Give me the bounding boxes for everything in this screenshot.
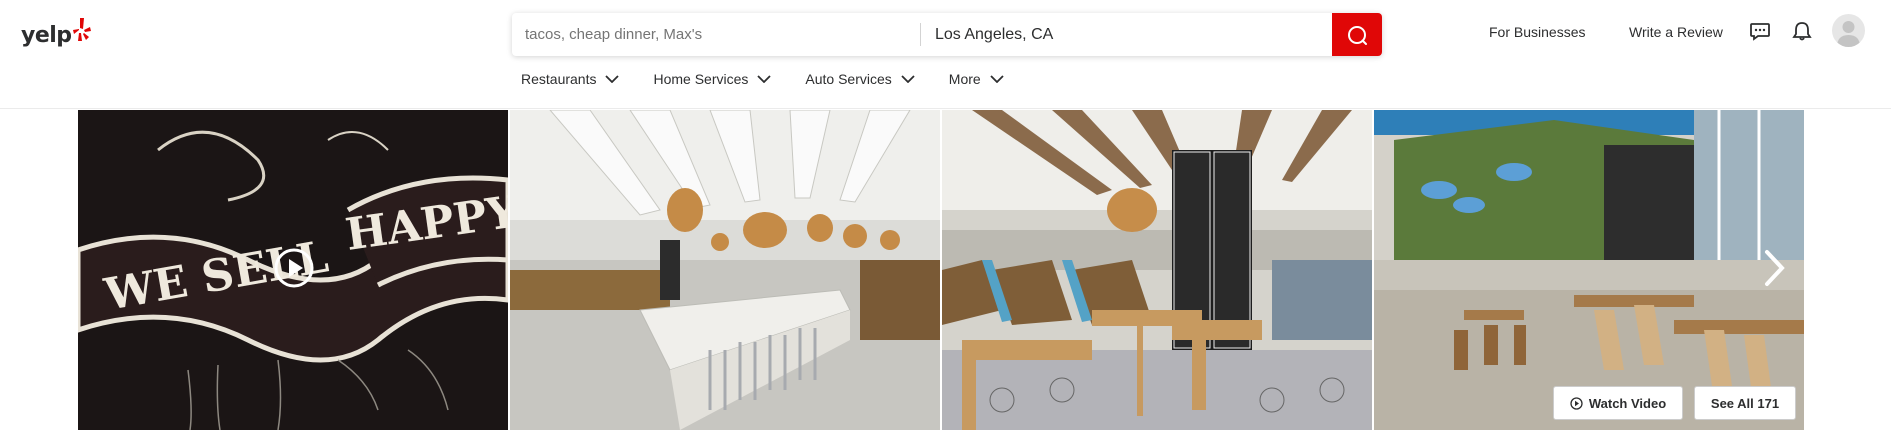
category-restaurants[interactable]: Restaurants (521, 71, 620, 87)
watch-video-label: Watch Video (1588, 395, 1667, 411)
gallery-photo-dining-room[interactable] (510, 110, 940, 430)
category-label: Auto Services (805, 71, 892, 87)
search-icon (1348, 25, 1367, 45)
category-auto-services[interactable]: Auto Services (805, 71, 915, 87)
gallery-photo-cow-wall[interactable] (1374, 110, 1804, 430)
search-button[interactable] (1332, 13, 1382, 56)
chevron-right-icon[interactable] (1763, 248, 1787, 295)
gallery-photo-counter-seating[interactable] (942, 110, 1372, 430)
write-review-link[interactable]: Write a Review (1629, 24, 1723, 40)
gallery-photo-chalkboard[interactable]: WE SELL HAPPY (78, 110, 508, 430)
chevron-down-icon (605, 75, 620, 83)
watch-video-button[interactable]: Watch Video (1553, 386, 1683, 420)
chevron-down-icon (990, 75, 1004, 83)
search-bar (512, 13, 1382, 56)
top-header: yelp Restaurants Home Serv (0, 0, 1891, 109)
play-circle-icon (1570, 396, 1583, 410)
category-label: Home Services (653, 71, 749, 87)
user-avatar-icon[interactable] (1832, 14, 1865, 47)
yelp-burst-icon (72, 17, 91, 48)
bell-icon[interactable] (1791, 20, 1813, 47)
near-input[interactable] (921, 13, 1332, 56)
play-icon[interactable] (274, 248, 314, 288)
for-businesses-link[interactable]: For Businesses (1489, 24, 1585, 40)
yelp-logo[interactable]: yelp (21, 17, 91, 52)
photo-gallery: WE SELL HAPPY Watch Video See All 171 (78, 110, 1806, 430)
category-label: Restaurants (521, 71, 597, 87)
see-all-photos-button[interactable]: See All 171 (1694, 386, 1796, 420)
category-nav: Restaurants Home Services Auto Services … (521, 68, 1004, 90)
category-home-services[interactable]: Home Services (653, 71, 772, 87)
chevron-down-icon (757, 75, 772, 83)
category-label: More (948, 71, 981, 87)
see-all-label: See All 171 (1710, 395, 1780, 411)
logo-text: yelp (21, 22, 72, 48)
chevron-down-icon (901, 75, 915, 83)
find-input[interactable] (512, 13, 920, 56)
chat-bubble-icon[interactable] (1749, 20, 1771, 47)
category-more[interactable]: More (949, 71, 1004, 87)
